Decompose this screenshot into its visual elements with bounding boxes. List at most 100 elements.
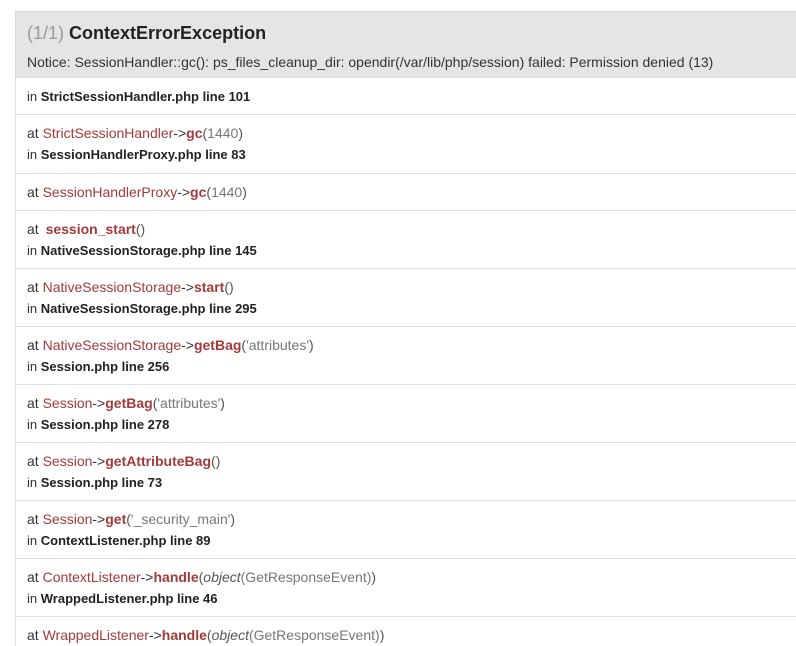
trace-location: in NativeSessionStorage.php line 295 — [27, 300, 796, 317]
trace-class[interactable]: NativeSessionStorage — [43, 337, 182, 353]
trace-call: at StrictSessionHandler->gc(1440) — [27, 124, 796, 142]
trace-argument: 'attributes' — [157, 395, 221, 411]
stack-trace: in StrictSessionHandler.php line 101 at … — [15, 77, 796, 646]
trace-arrow: -> — [181, 337, 194, 353]
trace-argument: object(GetResponseEvent) — [203, 569, 371, 585]
trace-argument: object(GetResponseEvent) — [212, 627, 380, 643]
trace-at-label: at — [27, 569, 39, 585]
trace-file: Session.php line 278 — [40, 417, 170, 432]
trace-function: getBag — [105, 395, 153, 411]
trace-file: StrictSessionHandler.php line 101 — [40, 89, 251, 104]
exception-count: (1/1) — [27, 23, 65, 43]
trace-arrow: -> — [140, 569, 154, 585]
trace-close-paren: ) — [242, 184, 247, 200]
trace-arrow: -> — [148, 627, 162, 643]
trace-location: in WrappedListener.php line 46 — [27, 590, 796, 607]
trace-item: at ContextListener->handle(object(GetRes… — [16, 558, 796, 616]
trace-close-paren: ) — [309, 337, 314, 353]
trace-arrow: -> — [92, 453, 106, 469]
trace-at-label: at — [27, 453, 39, 469]
trace-item: at WrappedListener->handle(object(GetRes… — [16, 616, 796, 646]
trace-close-paren: ) — [228, 279, 234, 295]
trace-file: SessionHandlerProxy.php line 83 — [40, 147, 246, 162]
trace-file: Session.php line 256 — [40, 359, 170, 374]
trace-close-paren: ) — [371, 569, 377, 585]
trace-class[interactable]: Session — [43, 395, 93, 411]
trace-function: gc — [190, 184, 207, 200]
trace-class[interactable]: Session — [43, 453, 93, 469]
trace-close-paren: ) — [230, 511, 236, 527]
trace-argument-type: object — [203, 569, 241, 585]
trace-in-label: in — [27, 533, 38, 548]
trace-item: at SessionHandlerProxy->gc(1440) — [16, 173, 796, 210]
trace-class[interactable]: WrappedListener — [43, 627, 149, 643]
trace-item: at Session->get('_security_main') in Con… — [16, 500, 796, 558]
trace-file: Session.php line 73 — [40, 475, 163, 490]
trace-argument-class: (GetResponseEvent) — [240, 569, 372, 585]
exception-message: Notice: SessionHandler::gc(): ps_files_c… — [27, 54, 714, 70]
trace-call: at session_start() — [27, 220, 796, 238]
trace-in-label: in — [27, 301, 38, 316]
trace-arrow: -> — [181, 279, 194, 295]
trace-close-paren: ) — [379, 627, 385, 643]
trace-function: gc — [186, 125, 203, 141]
trace-at-label: at — [27, 395, 39, 411]
trace-location: in NativeSessionStorage.php line 145 — [27, 242, 796, 259]
trace-file: ContextListener.php line 89 — [40, 533, 211, 548]
trace-call: at Session->getBag('attributes') — [27, 394, 796, 412]
trace-close-paren: ) — [238, 125, 243, 141]
trace-at-label: at — [27, 337, 39, 353]
trace-item: in StrictSessionHandler.php line 101 — [16, 77, 796, 114]
trace-in-label: in — [27, 147, 38, 162]
trace-at-label: at — [27, 125, 39, 141]
trace-function: handle — [153, 569, 199, 585]
trace-location: in StrictSessionHandler.php line 101 — [27, 88, 796, 105]
trace-function: handle — [161, 627, 207, 643]
trace-class[interactable]: SessionHandlerProxy — [43, 184, 178, 200]
trace-function: session_start — [45, 221, 136, 237]
trace-item: at Session->getBag('attributes') in Sess… — [16, 384, 796, 442]
trace-function: start — [193, 279, 225, 295]
exception-title: (1/1) ContextErrorException — [27, 21, 796, 45]
trace-at-label: at — [27, 627, 39, 643]
trace-item: at StrictSessionHandler->gc(1440) in Ses… — [16, 114, 796, 173]
exception-name: ContextErrorException — [69, 23, 267, 43]
trace-class[interactable]: StrictSessionHandler — [43, 125, 174, 141]
trace-argument: 1440 — [207, 125, 239, 141]
trace-in-label: in — [27, 359, 38, 374]
trace-location: in Session.php line 256 — [27, 358, 796, 375]
trace-arrow: -> — [92, 395, 106, 411]
trace-call: at SessionHandlerProxy->gc(1440) — [27, 183, 796, 201]
trace-in-label: in — [27, 89, 38, 104]
trace-arrow: -> — [92, 511, 106, 527]
trace-at-label: at — [27, 184, 39, 200]
exception-header: (1/1) ContextErrorException Notice: Sess… — [15, 11, 796, 77]
trace-class[interactable]: NativeSessionStorage — [43, 279, 182, 295]
trace-item: at session_start() in NativeSessionStora… — [16, 210, 796, 268]
trace-call: at NativeSessionStorage->start() — [27, 278, 796, 296]
trace-item: at Session->getAttributeBag() in Session… — [16, 442, 796, 500]
exception-panel: (1/1) ContextErrorException Notice: Sess… — [15, 11, 796, 646]
trace-class[interactable]: Session — [43, 511, 93, 527]
trace-argument-class: (GetResponseEvent) — [248, 627, 380, 643]
trace-argument-type: object — [211, 627, 249, 643]
trace-item: at NativeSessionStorage->getBag('attribu… — [16, 326, 796, 384]
trace-file: NativeSessionStorage.php line 145 — [40, 243, 257, 258]
trace-class[interactable]: ContextListener — [43, 569, 141, 585]
trace-function: getBag — [193, 337, 242, 353]
trace-in-label: in — [27, 243, 38, 258]
trace-file: NativeSessionStorage.php line 295 — [40, 301, 257, 316]
trace-arrow: -> — [177, 184, 191, 200]
trace-call: at ContextListener->handle(object(GetRes… — [27, 568, 796, 586]
trace-in-label: in — [27, 417, 38, 432]
trace-location: in SessionHandlerProxy.php line 83 — [27, 146, 796, 163]
trace-function: getAttributeBag — [105, 453, 212, 469]
trace-close-paren: ) — [140, 221, 146, 237]
trace-location: in Session.php line 278 — [27, 416, 796, 433]
trace-call: at Session->getAttributeBag() — [27, 452, 796, 470]
trace-arrow: -> — [173, 125, 187, 141]
trace-item: at NativeSessionStorage->start() in Nati… — [16, 268, 796, 326]
trace-file: WrappedListener.php line 46 — [40, 591, 218, 606]
trace-argument: '_security_main' — [130, 511, 231, 527]
trace-at-label: at — [27, 511, 39, 527]
